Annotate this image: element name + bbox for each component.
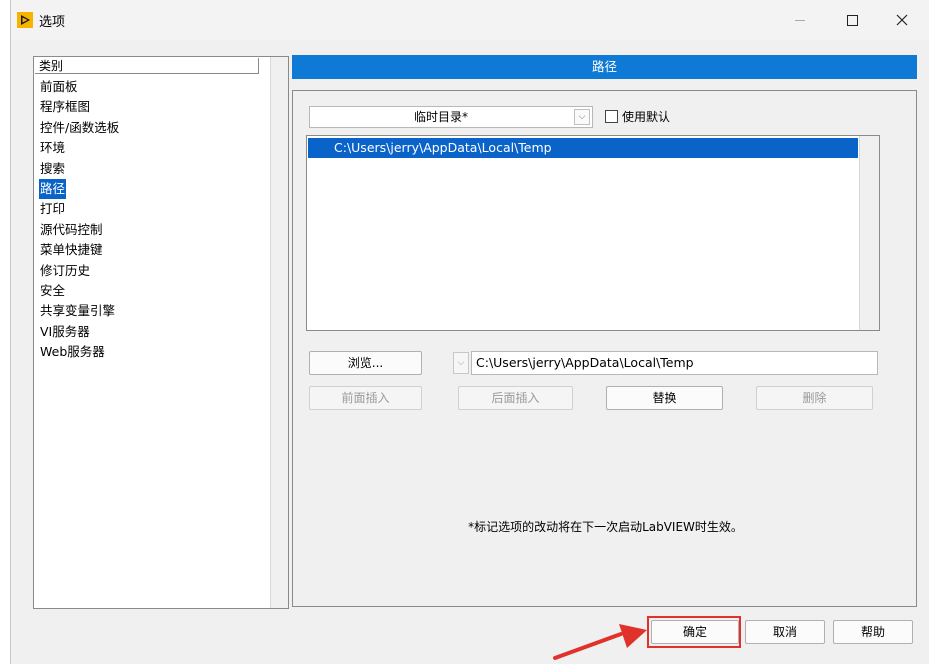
category-item-menu-shortcuts[interactable]: 菜单快捷键: [39, 240, 104, 260]
category-item-environment[interactable]: 环境: [39, 138, 66, 158]
title-bar: 选项: [11, 0, 929, 40]
help-button[interactable]: 帮助: [833, 620, 913, 644]
labview-app-icon: [17, 12, 33, 28]
cancel-button[interactable]: 取消: [745, 620, 825, 644]
category-item-palettes[interactable]: 控件/函数选板: [39, 118, 120, 138]
paths-panel: 临时目录* ⌵ 使用默认 C:\Users\jerry\AppData\Loca…: [292, 90, 917, 607]
use-default-label: 使用默认: [622, 110, 671, 124]
section-title: 路径: [292, 55, 917, 79]
path-history-dropdown-icon[interactable]: ⌵: [453, 352, 469, 374]
category-item-paths[interactable]: 路径: [39, 178, 67, 200]
use-default-checkbox[interactable]: [605, 110, 618, 123]
maximize-icon: [846, 14, 858, 26]
use-default-option[interactable]: 使用默认: [605, 108, 670, 125]
category-list[interactable]: 类别 前面板 程序框图 控件/函数选板 环境 搜索 路径 打印 源代码控制 菜单…: [33, 56, 289, 609]
path-input[interactable]: C:\Users\jerry\AppData\Local\Temp: [471, 351, 878, 375]
category-item-block-diagram[interactable]: 程序框图: [39, 97, 91, 117]
category-item-web-server[interactable]: Web服务器: [39, 342, 106, 362]
category-item-security[interactable]: 安全: [39, 281, 66, 301]
path-type-value: 临时目录*: [413, 110, 468, 124]
restart-notice: *标记选项的改动将在下一次启动LabVIEW时生效。: [468, 520, 743, 534]
category-items: 前面板 程序框图 控件/函数选板 环境 搜索 路径 打印 源代码控制 菜单快捷键…: [39, 77, 120, 362]
delete-button[interactable]: 删除: [756, 386, 873, 410]
path-list-scrollbar[interactable]: [859, 136, 879, 330]
category-scrollbar[interactable]: [270, 57, 288, 608]
minimize-icon: [795, 19, 805, 21]
maximize-button[interactable]: [829, 0, 875, 40]
chevron-down-icon[interactable]: ⌵: [574, 109, 590, 125]
path-list[interactable]: C:\Users\jerry\AppData\Local\Temp: [306, 135, 880, 331]
category-list-header: 类别: [35, 58, 259, 74]
annotation-arrow-icon: [553, 624, 647, 660]
category-item-shared-variable-engine[interactable]: 共享变量引擎: [39, 301, 116, 321]
category-item-source-control[interactable]: 源代码控制: [39, 220, 104, 240]
path-type-dropdown[interactable]: 临时目录* ⌵: [309, 106, 593, 128]
category-item-printing[interactable]: 打印: [39, 199, 66, 219]
close-button[interactable]: [879, 0, 925, 40]
category-item-search[interactable]: 搜索: [39, 159, 66, 179]
ok-button[interactable]: 确定: [651, 620, 739, 644]
category-item-front-panel[interactable]: 前面板: [39, 77, 79, 97]
path-list-item[interactable]: C:\Users\jerry\AppData\Local\Temp: [308, 138, 858, 158]
insert-after-button[interactable]: 后面插入: [458, 386, 573, 410]
window-title: 选项: [39, 15, 66, 30]
minimize-button[interactable]: [777, 0, 823, 40]
browse-button[interactable]: 浏览...: [309, 351, 422, 375]
close-icon: [896, 14, 908, 26]
replace-button[interactable]: 替换: [606, 386, 723, 410]
category-item-vi-server[interactable]: VI服务器: [39, 322, 91, 342]
category-item-revision-history[interactable]: 修订历史: [39, 261, 91, 281]
options-dialog: 选项 类别 前面板 程序框图 控件/函数选板 环境 搜索 路径 打印 源代码控制…: [10, 0, 929, 664]
insert-before-button[interactable]: 前面插入: [309, 386, 422, 410]
